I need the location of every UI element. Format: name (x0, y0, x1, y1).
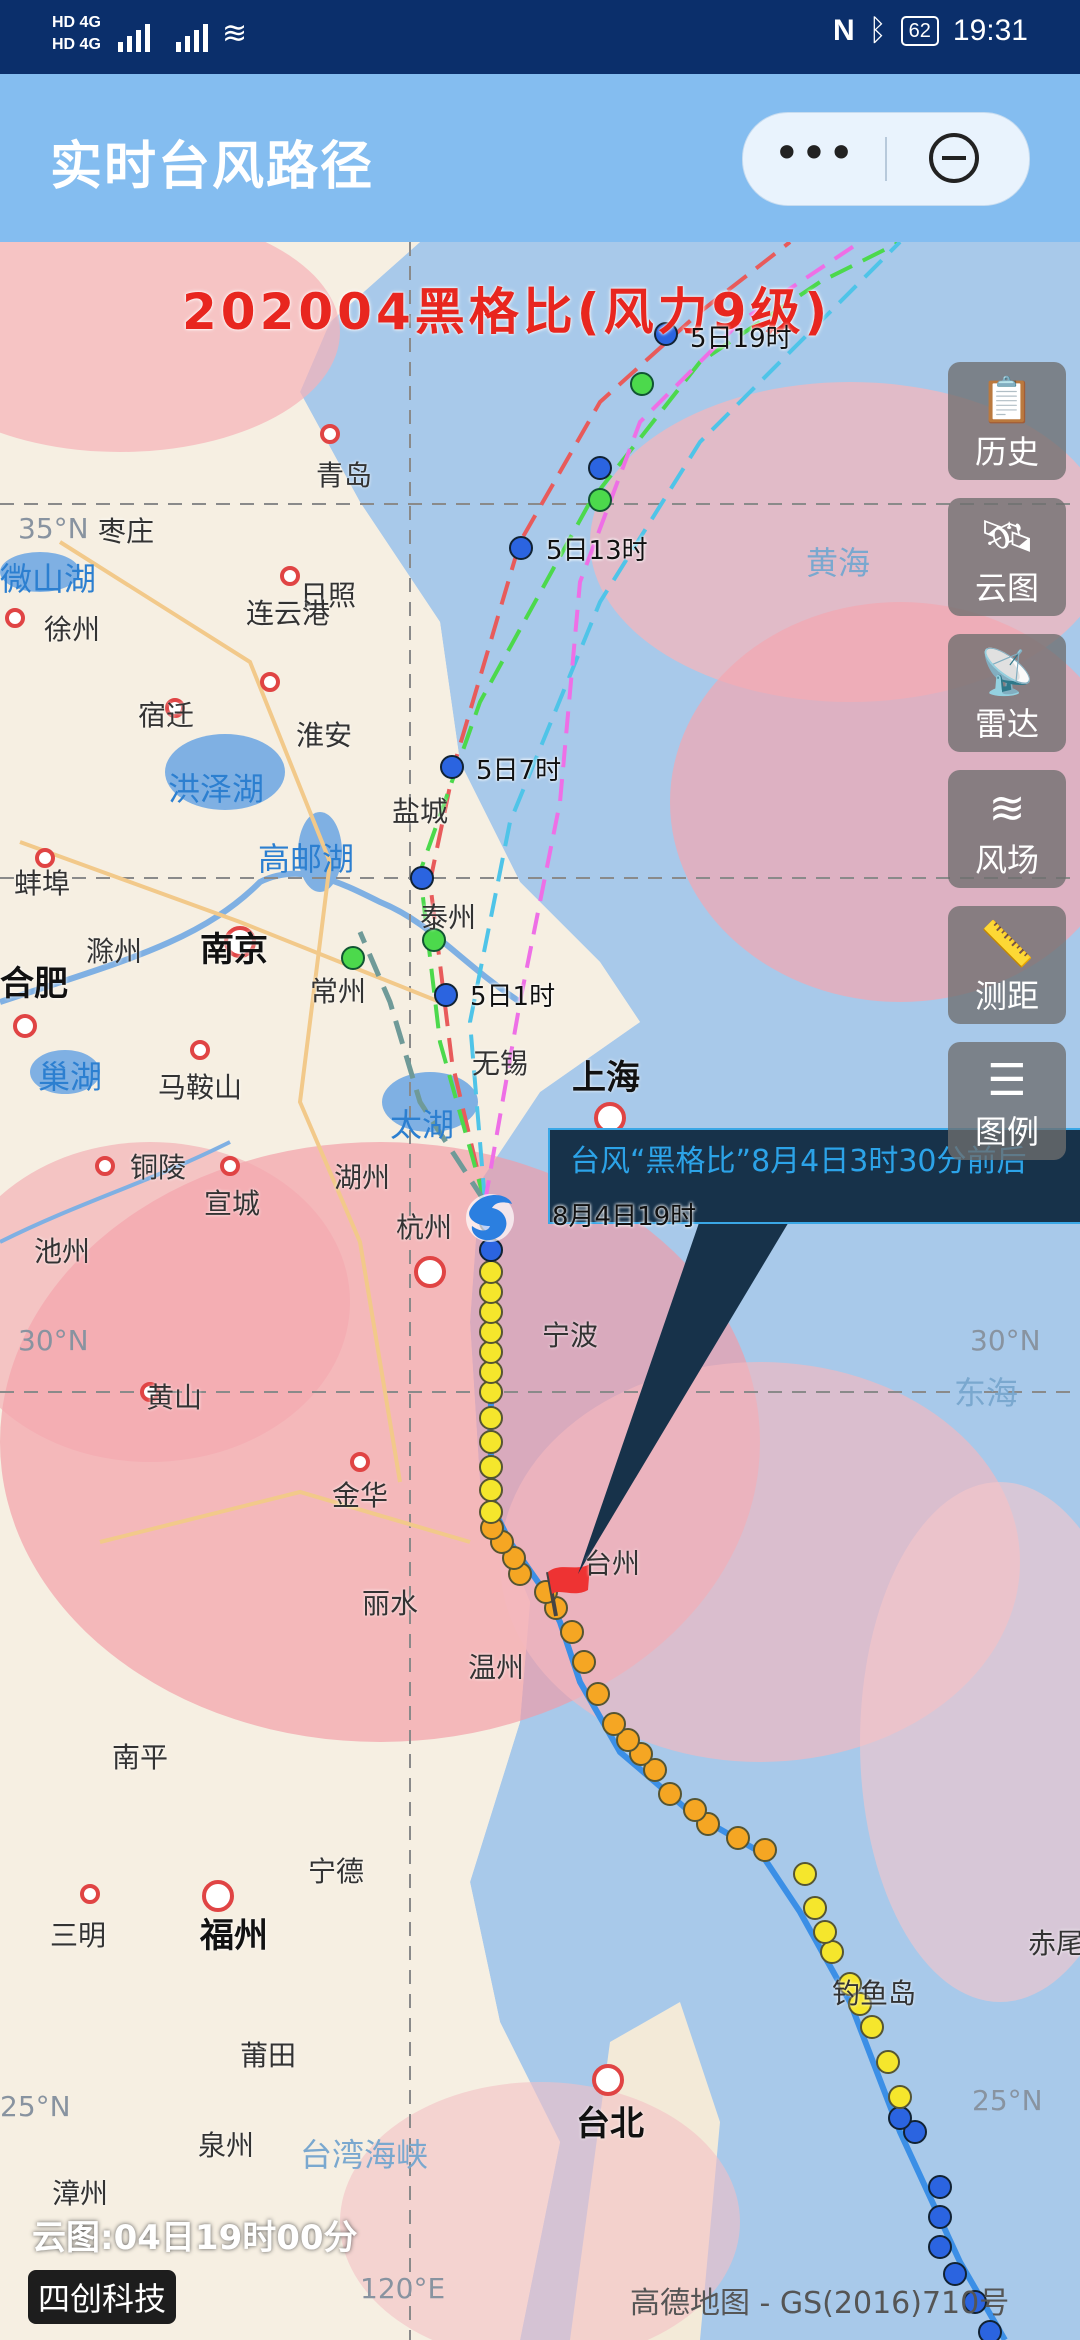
place-label: 上海 (572, 1058, 640, 1098)
place-label: 常州 (310, 975, 367, 1008)
nfc-icon: N (833, 14, 855, 47)
place-label: 漳州 (52, 2177, 109, 2210)
close-mini-program-button[interactable] (929, 133, 979, 183)
list-icon: ☰ (987, 1055, 1027, 1106)
place-label: 盐城 (392, 795, 449, 828)
more-button[interactable]: ••• (743, 113, 885, 205)
place-label: 宿迁 (138, 699, 195, 732)
latitude-label: 30°N (18, 1324, 89, 1357)
latitude-label: 25°N (972, 2084, 1043, 2117)
lake-label: 太湖 (390, 1106, 455, 1144)
forecast-time-label: 5日13时 (546, 536, 648, 566)
battery-icon: 62 (900, 16, 939, 46)
lake-label: 巢湖 (38, 1058, 103, 1096)
place-label: 宁德 (308, 1855, 365, 1888)
place-label: 无锡 (472, 1047, 529, 1080)
map-copyright: 高德地图 - GS(2016)710号 (630, 2286, 1010, 2321)
lake-label: 高邮湖 (258, 840, 355, 878)
place-label: 合肥 (0, 964, 68, 1004)
place-label: 南平 (112, 1741, 169, 1774)
network-2-label: HD 4G (52, 36, 101, 53)
bluetooth-icon: ᛒ (868, 14, 887, 47)
latitude-label: 35°N (18, 512, 89, 545)
typhoon-current-position-icon[interactable] (466, 1194, 514, 1242)
place-label: 泉州 (198, 2129, 255, 2162)
place-label: 徐州 (44, 613, 101, 646)
history-button[interactable]: 📋 历史 (948, 362, 1066, 480)
place-label: 丽水 (362, 1587, 419, 1620)
network-1-label: HD 4G (52, 14, 101, 31)
place-label: 枣庄 (98, 515, 155, 548)
ruler-icon: 📏 (979, 919, 1035, 970)
map-background (0, 242, 1080, 2340)
cloud-image-time: 云图:04日19时00分 (32, 2218, 358, 2258)
place-label: 温州 (468, 1651, 525, 1684)
place-label: 钓鱼岛 (832, 1977, 917, 2010)
lake-label: 洪泽湖 (168, 770, 265, 808)
status-bar: HD 4G HD 4G ≋ N ᛒ 62 19:31 (0, 0, 1080, 74)
legend-button[interactable]: ☰ 图例 (948, 1042, 1066, 1160)
place-label: 淮安 (296, 719, 353, 752)
brand-badge: 四创科技 (28, 2270, 177, 2324)
place-label: 池州 (34, 1235, 91, 1268)
place-label: 马鞍山 (158, 1071, 243, 1104)
place-label: 台州 (584, 1547, 641, 1580)
place-label: 蚌埠 (14, 867, 71, 900)
place-label: 宁波 (542, 1319, 599, 1352)
latitude-label: 30°N (970, 1324, 1041, 1357)
radar-dish-icon: 📡 (979, 647, 1035, 698)
longitude-label: 120°E (360, 2272, 446, 2305)
typhoon-map[interactable]: 202004黑格比(风力9级) 5日19时 5日13时 5日7时 5日1时 青岛… (0, 242, 1080, 2340)
forecast-time-label: 5日1时 (470, 982, 556, 1012)
place-label: 福州 (200, 1916, 268, 1956)
capsule-divider (885, 137, 887, 181)
place-label: 赤尾 (1028, 1927, 1080, 1960)
place-label: 南京 (200, 930, 268, 970)
sea-label: 东海 (954, 1374, 1019, 1412)
place-label: 连云港 (246, 597, 331, 630)
wifi-icon: ≋ (222, 17, 248, 50)
cloud-map-button[interactable]: 🛰 云图 (948, 498, 1066, 616)
wind-icon: ≋ (988, 783, 1026, 834)
place-label: 三明 (50, 1919, 107, 1952)
place-label: 湖州 (334, 1161, 391, 1194)
sea-label: 台湾海峡 (300, 2136, 429, 2174)
place-label: 莆田 (240, 2039, 297, 2072)
radar-button[interactable]: 📡 雷达 (948, 634, 1066, 752)
current-position-time: 8月4日19时 (552, 1202, 697, 1232)
latitude-label: 25°N (0, 2090, 71, 2123)
signal-icon-2 (176, 18, 208, 52)
place-label: 杭州 (396, 1211, 453, 1244)
clipboard-icon: 📋 (979, 375, 1035, 426)
signal-icon (118, 18, 150, 52)
place-label: 滁州 (86, 935, 143, 968)
lake-label: 微山湖 (0, 560, 97, 598)
place-label: 黄山 (146, 1381, 203, 1414)
measure-distance-button[interactable]: 📏 测距 (948, 906, 1066, 1024)
place-label: 宣城 (204, 1187, 261, 1220)
title-bar: 实时台风路径 ••• (0, 74, 1080, 242)
network-indicator: HD 4G HD 4G (52, 12, 101, 56)
place-label: 铜陵 (130, 1151, 187, 1184)
forecast-time-label: 5日19时 (690, 324, 792, 354)
place-label: 青岛 (316, 459, 373, 492)
wind-field-button[interactable]: ≋ 风场 (948, 770, 1066, 888)
page-title: 实时台风路径 (50, 137, 375, 197)
place-label: 泰州 (420, 901, 477, 934)
sea-label: 黄海 (806, 544, 871, 582)
mini-program-capsule: ••• (742, 112, 1030, 206)
place-label: 台北 (576, 2104, 644, 2144)
forecast-time-label: 5日7时 (476, 756, 562, 786)
satellite-icon: 🛰 (979, 511, 1035, 562)
clock: 19:31 (952, 14, 1028, 47)
place-label: 金华 (332, 1479, 389, 1512)
